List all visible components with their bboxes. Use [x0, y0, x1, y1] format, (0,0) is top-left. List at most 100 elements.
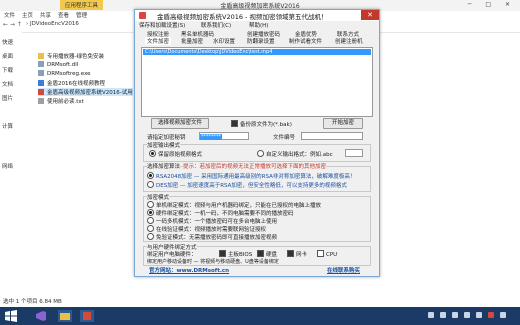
tray-icon[interactable] — [500, 312, 506, 318]
nav-item[interactable]: 下载 — [2, 66, 13, 74]
app-icon — [139, 12, 146, 19]
radio-icon — [147, 225, 154, 232]
mode-original-radio[interactable]: 保留原始视频格式 — [149, 150, 202, 158]
menu-help[interactable]: 帮助(H) — [249, 21, 268, 29]
volume-icon[interactable] — [476, 312, 482, 318]
encryption-dialog: 金盾高级视频加密系统V2016 - 视频加密领域第五代战机！ ✕ 保存和加载设置… — [134, 9, 380, 277]
tab-create-keygen[interactable]: 创建注册机 — [335, 37, 363, 45]
bind-nic-checkbox[interactable]: 网卡 — [287, 250, 307, 258]
file-row[interactable]: DRMsoft.dll — [38, 61, 78, 69]
nav-item[interactable]: 计算 — [2, 122, 13, 130]
official-site-link[interactable]: 官方网站：www.DRMsoft.cn — [149, 266, 229, 274]
radio-icon — [147, 233, 154, 240]
tray-icon[interactable] — [440, 312, 446, 318]
tray-icon[interactable] — [488, 312, 494, 318]
radio-icon — [257, 150, 264, 157]
menu-save-load[interactable]: 保存和加载设置(S) — [139, 21, 185, 29]
nav-arrows-icon[interactable]: ← → ↑ — [3, 21, 22, 28]
tab-batch-encrypt[interactable]: 批量加密 — [181, 37, 203, 45]
start-encrypt-button[interactable]: 开始加密 — [323, 118, 363, 129]
ribbon-tab-share[interactable]: 共享 — [40, 11, 51, 19]
exe-file-icon — [38, 70, 44, 76]
selected-file-row[interactable]: C:\Users\Documents\Desktop\JDVideoEnc\te… — [143, 49, 371, 55]
play-mode-label: 免验证模式：无需播放密码即可直接播放加密视频 — [156, 235, 278, 241]
choose-file-button[interactable]: 选择视频加密文件 — [151, 118, 209, 129]
hardware-bind-label: 绑定用户电脑硬件： — [147, 252, 197, 258]
window-controls[interactable]: ─ □ ✕ — [468, 1, 516, 8]
app-icon — [38, 89, 44, 95]
address-path[interactable]: › JDVideoEncV2016 — [26, 21, 79, 27]
algo-rsa-label: RSA2048加密 — 采用国际通用最高级别的RSA非对称加密算法，破解难度极高… — [156, 174, 356, 180]
close-button[interactable]: ✕ — [361, 10, 379, 20]
ribbon-tab-file[interactable]: 文件 — [4, 11, 15, 19]
file-row-selected[interactable]: 金盾高级视频加密系统V2016-试用 — [38, 88, 133, 96]
bind-cpu-checkbox[interactable]: CPU — [317, 250, 337, 258]
file-name: 专用播放器-绿色免安装 — [47, 54, 104, 60]
nav-item[interactable]: 快速 — [2, 38, 13, 46]
tray-icon[interactable] — [452, 312, 458, 318]
file-name: 使用前必读.txt — [47, 99, 84, 105]
file-row[interactable]: 使用前必读.txt — [38, 97, 84, 105]
dialog-title: 金盾高级视频加密系统V2016 - 视频加密领域第五代战机！ — [157, 13, 328, 21]
navigation-pane: 快速 桌面 下载 文档 图片 计算 网络 — [0, 32, 22, 292]
file-row[interactable]: 金盾2016在线视频教程 — [38, 79, 105, 87]
play-mode-option[interactable]: 一码多机模式：一个播放密码可在多台电脑上使用 — [147, 217, 277, 225]
ribbon-tab-home[interactable]: 主页 — [22, 11, 33, 19]
tab-anti-record[interactable]: 防翻录设置 — [247, 37, 275, 45]
txt-file-icon — [38, 98, 44, 104]
play-mode-option[interactable]: 单机绑定模式：视频与用户机器码绑定，只能在已授权的电脑上播放 — [147, 201, 321, 209]
visual-studio-icon[interactable] — [34, 310, 48, 322]
selected-files-list[interactable]: C:\Users\Documents\Desktop\JDVideoEnc\te… — [141, 47, 373, 117]
nav-item[interactable]: 文档 — [2, 80, 13, 88]
algo-des-radio[interactable]: DES加密 — 加密速度高于RSA加密，但安全性略低，可以支持更多的视频格式 — [147, 181, 347, 189]
play-mode-option[interactable]: 免验证模式：无需播放密码即可直接播放加密视频 — [147, 233, 277, 241]
backup-label: 备份原文件为(*.bak) — [240, 122, 292, 128]
nav-item[interactable]: 图片 — [2, 94, 13, 102]
tab-file-encrypt[interactable]: 文件加密 — [145, 37, 172, 45]
output-mode-title: 加密输出模式 — [147, 141, 181, 149]
file-name: 金盾高级视频加密系统V2016-试用 — [47, 90, 133, 96]
file-row[interactable]: 专用播放器-绿色免安装 — [38, 52, 104, 60]
algo-des-label: DES加密 — 加密速度高于RSA加密，但安全性略低，可以支持更多的视频格式 — [156, 183, 347, 189]
dll-file-icon — [38, 61, 44, 67]
play-mode-option[interactable]: 硬件绑定模式：一机一码，不同电脑需要不同的播放密码 — [147, 209, 294, 217]
menu-contact[interactable]: 联系我们(C) — [201, 21, 231, 29]
mode-custom-label: 自定义输出格式：例如.abc — [266, 152, 333, 158]
password-field[interactable]: ******** — [199, 132, 249, 140]
application-tools-tab[interactable]: 应用程序工具 — [60, 0, 104, 10]
file-no-field[interactable] — [301, 132, 363, 140]
nav-item[interactable]: 桌面 — [2, 52, 13, 60]
custom-ext-field[interactable] — [345, 149, 363, 157]
file-no-label: 文件编号 — [273, 135, 296, 141]
selected-file-path: C:\Users\Documents\Desktop\JDVideoEnc\te… — [145, 49, 273, 55]
bind-bios-checkbox[interactable]: 主板BIOS — [219, 250, 252, 258]
folder-icon — [38, 53, 44, 59]
network-icon[interactable] — [464, 312, 470, 318]
radio-icon — [147, 172, 154, 179]
radio-icon — [147, 217, 154, 224]
algo-rsa-radio[interactable]: RSA2048加密 — 采用国际通用最高级别的RSA非对称加密算法，破解难度极高… — [147, 172, 355, 180]
status-text: 选中 1 个项目 6.84 MB — [3, 299, 62, 305]
ribbon-tab-view[interactable]: 查看 — [58, 11, 69, 19]
backup-checkbox[interactable]: 备份原文件为(*.bak) — [231, 120, 292, 128]
start-button[interactable] — [4, 310, 18, 322]
windows-logo-icon — [5, 310, 17, 322]
file-row[interactable]: DRMsoftreg.exe — [38, 70, 91, 78]
ribbon-tab-manage[interactable]: 管理 — [76, 11, 87, 19]
dialog-title-bar: 金盾高级视频加密系统V2016 - 视频加密领域第五代战机！ ✕ — [135, 10, 379, 21]
online-purchase-link[interactable]: 在线联系购买 — [327, 266, 360, 274]
checkbox-icon — [317, 250, 324, 257]
bind-disk-checkbox[interactable]: 硬盘 — [257, 250, 277, 258]
web-link-icon — [38, 80, 44, 86]
nav-item[interactable]: 网络 — [2, 162, 13, 170]
encryption-app-task-icon[interactable] — [80, 310, 94, 322]
explorer-task-icon[interactable] — [58, 310, 72, 322]
tab-trial-file[interactable]: 制作试看文件 — [289, 37, 322, 45]
checkbox-icon — [219, 250, 226, 257]
tray-icon[interactable] — [428, 312, 434, 318]
file-name: DRMsoft.dll — [47, 62, 79, 68]
mode-custom-radio[interactable]: 自定义输出格式：例如.abc — [257, 150, 333, 158]
play-mode-option[interactable]: 在线验证模式：视频播放时需要联网验证授权 — [147, 225, 266, 233]
tab-watermark[interactable]: 水印设置 — [213, 37, 235, 45]
algorithm-note: 提示：若加密后的视频无法正常播放可选择下面的其他加密 — [183, 162, 327, 170]
